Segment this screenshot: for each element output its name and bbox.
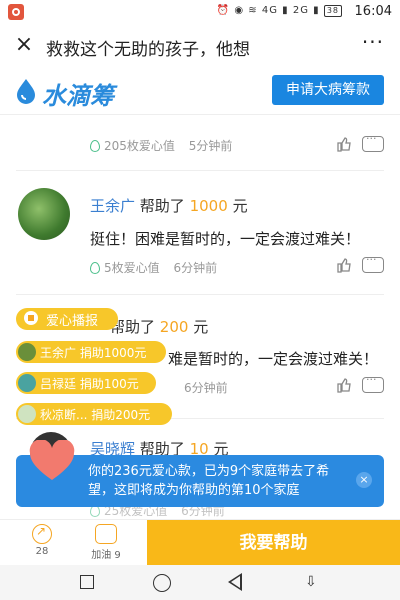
- system-nav-bar: ⇩: [0, 565, 400, 600]
- clock: 16:04: [354, 4, 392, 19]
- recent-apps-icon[interactable]: [80, 575, 94, 589]
- donor-line: 帮助了 200 元: [110, 316, 208, 337]
- share-button[interactable]: 28: [28, 524, 56, 557]
- water-drop-logo-icon: [17, 79, 35, 104]
- title-bar: × 救救这个无助的孩子，他想 ···: [0, 24, 400, 68]
- cheer-icon: [95, 524, 117, 544]
- broadcast-item: 秋凉断... 捐助200元: [16, 403, 172, 425]
- broadcast-text: 秋凉断... 捐助200元: [40, 408, 151, 422]
- currency-unit: 元: [193, 318, 209, 336]
- status-bar: ⏰ ◉ ≋ 4G ▮ 2G ▮ 38 16:04: [0, 0, 400, 24]
- love-broadcast-badge[interactable]: 爱心播报: [16, 308, 118, 330]
- bottom-action-bar: 28 加油 9 我要帮助: [0, 519, 400, 566]
- back-icon[interactable]: [228, 573, 242, 591]
- home-icon[interactable]: [153, 574, 171, 592]
- avatar: [18, 188, 70, 240]
- like-icon[interactable]: [336, 257, 352, 273]
- comment-icon[interactable]: [362, 132, 384, 152]
- donor-line: 王余广 帮助了 1000 元: [90, 195, 248, 216]
- time-ago: 6分钟前: [184, 381, 228, 395]
- brand-name: 水滴筹: [42, 82, 114, 110]
- love-points: 205枚爱心值: [104, 139, 175, 153]
- heart-icon: [29, 440, 75, 480]
- love-drop-icon: [90, 262, 100, 274]
- time-ago: 6分钟前: [173, 261, 218, 275]
- notification-pull-icon[interactable]: ⇩: [305, 575, 321, 591]
- divider: [16, 170, 384, 171]
- comment-icon[interactable]: [362, 253, 384, 273]
- status-icons: ⏰ ◉ ≋ 4G ▮ 2G ▮ 38: [217, 5, 342, 17]
- help-button[interactable]: 我要帮助: [147, 520, 400, 566]
- currency-unit: 元: [232, 197, 248, 215]
- helped-label: 帮助了: [139, 197, 185, 215]
- signal-icons: ⏰ ◉ ≋ 4G ▮ 2G ▮: [216, 5, 320, 16]
- app-notification-icon: [8, 4, 24, 20]
- avatar: [18, 374, 36, 392]
- donation-amount: 1000: [189, 197, 228, 215]
- apply-fundraising-button[interactable]: 申请大病筹款: [272, 75, 384, 105]
- broadcast-title: 爱心播报: [46, 314, 99, 329]
- avatar: [18, 405, 36, 423]
- time-ago: 5分钟前: [188, 139, 233, 153]
- close-icon[interactable]: ×: [12, 32, 36, 57]
- donation-message: 挺住！困难是暂时的，一定会渡过难关！: [90, 230, 361, 248]
- broadcast-item: 王余广 捐助1000元: [16, 341, 166, 363]
- broadcast-text: 王余广 捐助1000元: [40, 346, 147, 360]
- close-icon[interactable]: ×: [356, 472, 372, 488]
- share-count: 28: [35, 546, 49, 557]
- more-menu-icon[interactable]: ···: [362, 30, 384, 54]
- donation-amount: 200: [159, 318, 189, 336]
- donation-message: 难是暂时的，一定会渡过难关！: [168, 350, 379, 368]
- love-points-row: 5枚爱心值 6分钟前: [90, 259, 217, 276]
- page-title: 救救这个无助的孩子，他想: [46, 40, 250, 60]
- like-icon[interactable]: [336, 136, 352, 152]
- notice-text: 你的236元爱心款，已为9个家庭带去了希望，这即将成为你帮助的第10个家庭: [88, 464, 330, 498]
- broadcast-item: 吕禄廷 捐助100元: [16, 372, 156, 394]
- avatar: [18, 343, 36, 361]
- broadcast-text: 吕禄廷 捐助100元: [40, 377, 139, 391]
- love-points-row: 205枚爱心值 5分钟前: [90, 137, 232, 154]
- comment-icon[interactable]: [362, 373, 384, 393]
- speaker-icon: [24, 311, 38, 325]
- cheer-button[interactable]: 加油 9: [86, 524, 126, 561]
- share-icon: [32, 524, 52, 544]
- brand-bar: 水滴筹 申请大病筹款: [0, 68, 400, 114]
- battery-icon: 38: [323, 5, 342, 17]
- like-icon[interactable]: [336, 377, 352, 393]
- divider: [16, 294, 384, 295]
- divider: [0, 114, 400, 115]
- love-drop-icon: [90, 140, 100, 152]
- donor-name[interactable]: 王余广: [90, 197, 135, 215]
- love-points: 5枚爱心值: [104, 261, 160, 275]
- cheer-label: 加油 9: [91, 550, 121, 561]
